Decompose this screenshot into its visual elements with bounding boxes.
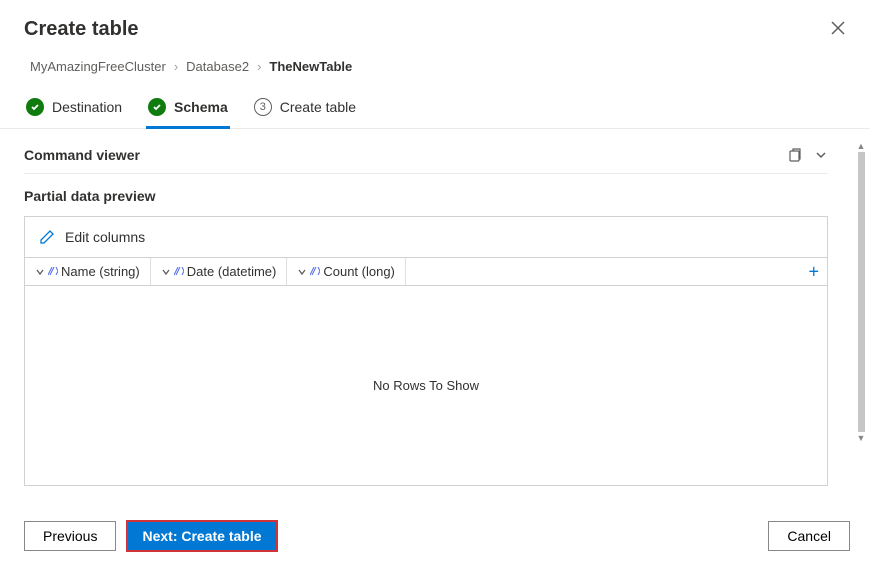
breadcrumb: MyAmazingFreeCluster › Database2 › TheNe…	[0, 53, 870, 88]
footer: Previous Next: Create table Cancel	[24, 520, 850, 552]
column-label: Date (datetime)	[187, 264, 277, 279]
pencil-icon	[39, 229, 55, 245]
column-header-date[interactable]: Date (datetime)	[151, 258, 288, 285]
content-area: Command viewer Partial data preview Edit…	[0, 129, 870, 509]
breadcrumb-item[interactable]: Database2	[186, 59, 249, 74]
step-create-table[interactable]: 3 Create table	[252, 88, 358, 129]
preview-title: Partial data preview	[24, 174, 846, 216]
copy-icon[interactable]	[786, 147, 802, 163]
datatype-icon	[48, 267, 58, 277]
step-number-icon: 3	[254, 98, 272, 116]
chevron-right-icon: ›	[257, 59, 261, 74]
command-viewer-header: Command viewer	[24, 141, 828, 174]
wizard-steps: Destination Schema 3 Create table	[0, 88, 870, 129]
step-label: Schema	[174, 99, 228, 115]
datatype-icon	[310, 267, 320, 277]
step-label: Create table	[280, 99, 356, 115]
data-grid-body: No Rows To Show	[24, 286, 828, 486]
next-create-table-button[interactable]: Next: Create table	[126, 520, 277, 552]
step-destination[interactable]: Destination	[24, 88, 124, 129]
close-button[interactable]	[826, 16, 850, 40]
datatype-icon	[174, 267, 184, 277]
column-label: Count (long)	[323, 264, 395, 279]
empty-state-text: No Rows To Show	[373, 378, 479, 393]
check-icon	[148, 98, 166, 116]
edit-columns-label: Edit columns	[65, 229, 145, 245]
add-column-button[interactable]: +	[808, 261, 819, 282]
breadcrumb-item[interactable]: MyAmazingFreeCluster	[30, 59, 166, 74]
column-header-count[interactable]: Count (long)	[287, 258, 406, 285]
command-viewer-title: Command viewer	[24, 147, 140, 163]
page-title: Create table	[24, 18, 846, 41]
chevron-down-icon	[35, 267, 45, 277]
step-label: Destination	[52, 99, 122, 115]
chevron-down-icon[interactable]	[814, 148, 828, 162]
previous-button[interactable]: Previous	[24, 521, 116, 551]
column-label: Name (string)	[61, 264, 140, 279]
scroll-down-arrow-icon[interactable]: ▼	[857, 433, 866, 443]
chevron-right-icon: ›	[174, 59, 178, 74]
step-schema[interactable]: Schema	[146, 88, 230, 129]
cancel-button[interactable]: Cancel	[768, 521, 850, 551]
scroll-thumb[interactable]	[858, 152, 865, 432]
check-icon	[26, 98, 44, 116]
column-header-name[interactable]: Name (string)	[25, 258, 151, 285]
columns-header-row: Name (string) Date (datetime) Count (lon…	[24, 258, 828, 286]
chevron-down-icon	[297, 267, 307, 277]
scroll-up-arrow-icon[interactable]: ▲	[857, 141, 866, 151]
breadcrumb-item-current: TheNewTable	[269, 59, 352, 74]
chevron-down-icon	[161, 267, 171, 277]
close-icon	[831, 21, 845, 35]
scrollbar[interactable]: ▲ ▼	[856, 141, 866, 509]
edit-columns-button[interactable]: Edit columns	[24, 216, 828, 258]
